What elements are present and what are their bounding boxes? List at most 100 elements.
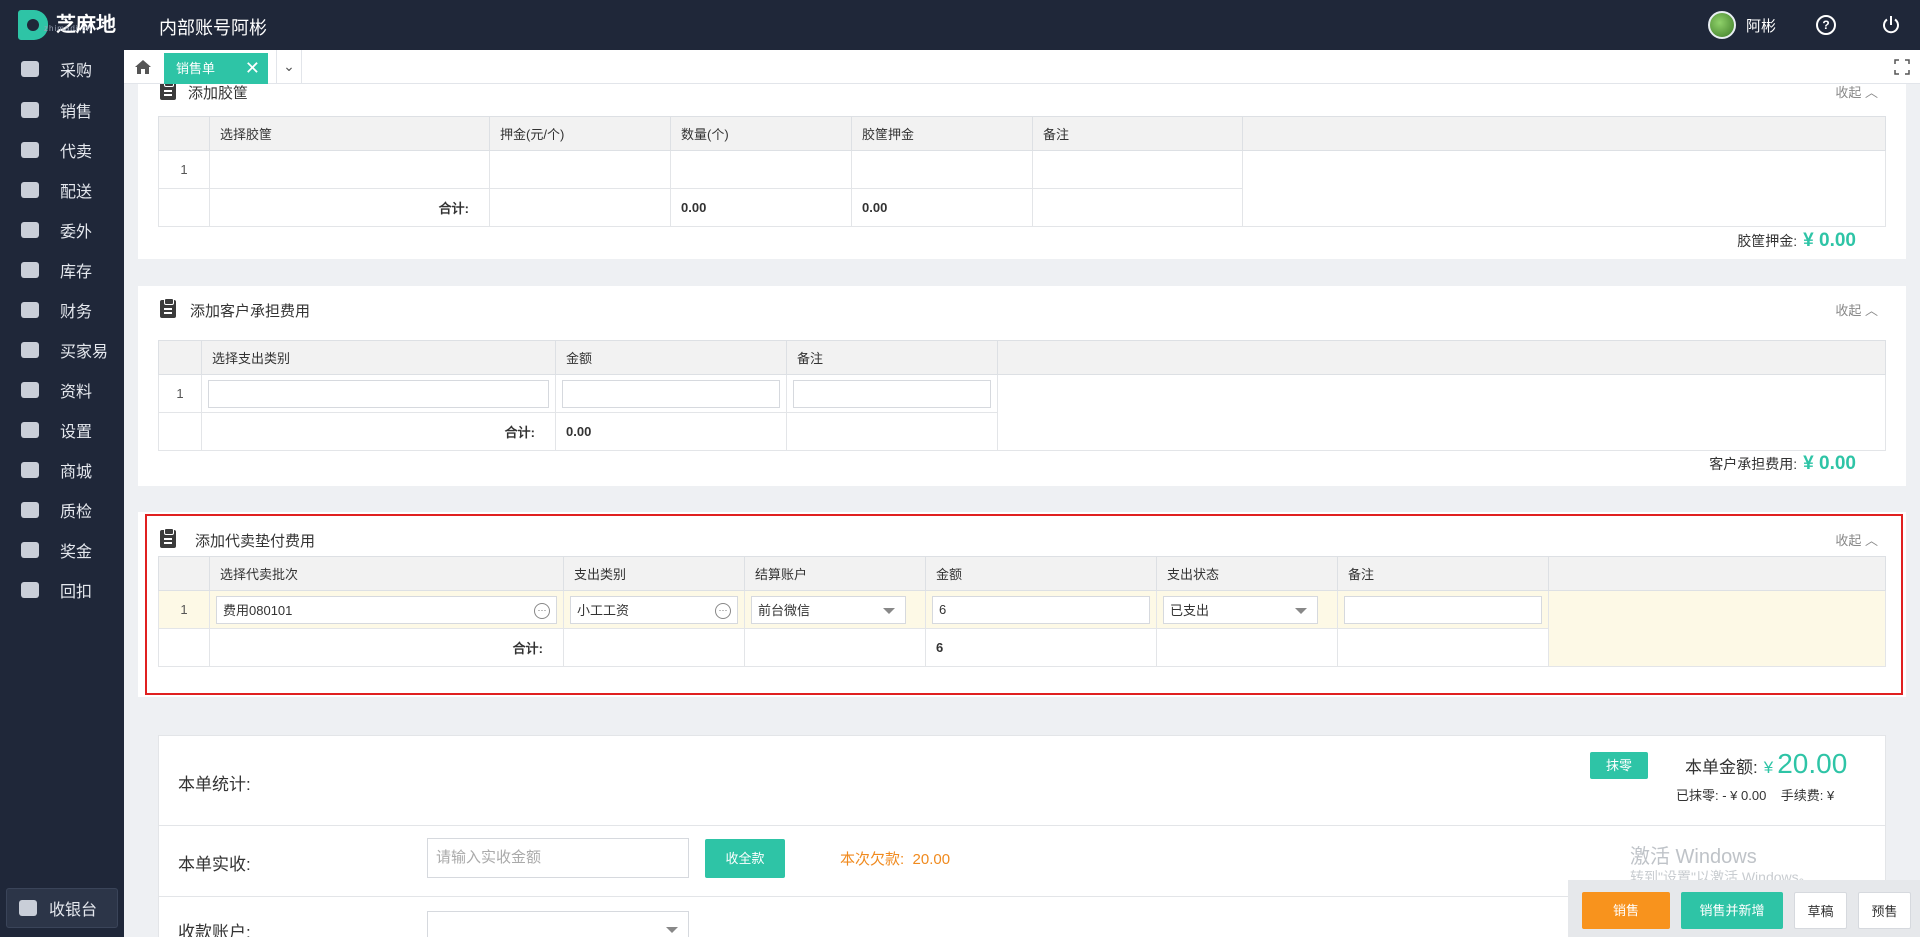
sidebar-item-13[interactable]: 回扣 xyxy=(0,570,124,610)
crate-section-title: 添加胶筐 xyxy=(188,85,249,102)
rebate-icon xyxy=(21,582,39,598)
sidebar-item-2[interactable]: 代卖 xyxy=(0,130,124,170)
customer-fee-table: 选择支出类别 金额 备注 1 合计: 0.00 xyxy=(158,340,1886,451)
tab-sales-order[interactable]: 销售单 ✕ xyxy=(164,53,268,84)
stats-label: 本单统计: xyxy=(178,775,251,794)
sidebar-item-10[interactable]: 商城 xyxy=(0,450,124,490)
sidebar: 收银台 采购销售代卖配送委外库存财务 买家易资料设置商城质检奖金回扣 xyxy=(0,50,124,937)
sell-and-new-button[interactable]: 销售并新增 xyxy=(1681,892,1783,929)
col-header: 数量(个) xyxy=(670,116,852,151)
remark-input[interactable] xyxy=(1344,595,1542,624)
sum-label: 合计: xyxy=(209,188,490,227)
avatar[interactable] xyxy=(1708,11,1736,39)
table-header: 选择支出类别 金额 备注 xyxy=(158,340,1886,375)
sub-amounts: 已抹零: - ¥ 0.00 手续费: ¥ xyxy=(1676,785,1834,804)
sidebar-item-7[interactable]: 买家易 xyxy=(0,330,124,370)
crate-total: 胶筐押金: ¥ 0.00 xyxy=(1737,230,1856,251)
customer-fee-panel: 添加客户承担费用 收起 ︿ 选择支出类别 金额 备注 1 合计: 0.00 客户… xyxy=(138,286,1906,486)
sidebar-item-label: 委外 xyxy=(60,224,93,241)
username[interactable]: 阿彬 xyxy=(1746,15,1776,36)
col-header: 备注 xyxy=(1032,116,1243,151)
sidebar-item-label: 代卖 xyxy=(60,144,93,161)
deposit-cell[interactable] xyxy=(489,150,671,189)
presale-button[interactable]: 预售 xyxy=(1858,892,1911,929)
table-row: 1 xyxy=(158,150,1886,227)
account-select[interactable]: 前台微信 xyxy=(751,595,906,624)
round-off-button[interactable]: 抹零 xyxy=(1590,752,1648,779)
table-row: 1 xyxy=(158,374,1886,451)
cashier-button[interactable]: 收银台 xyxy=(6,888,118,928)
close-icon[interactable]: ✕ xyxy=(245,53,260,84)
chevron-down-icon xyxy=(1295,607,1307,614)
col-header: 支出类别 xyxy=(563,556,745,591)
amount-input[interactable] xyxy=(562,379,780,408)
debt-info: 本次欠款: 20.00 xyxy=(840,851,951,868)
chevron-down-icon xyxy=(883,607,895,614)
action-bar: 销售 销售并新增 草稿 预售 xyxy=(1568,880,1920,937)
qty-cell[interactable] xyxy=(670,150,852,189)
agent-fee-collapse-button[interactable]: 收起 ︿ xyxy=(1835,530,1878,549)
clipboard-icon xyxy=(160,84,176,100)
crate-collapse-button[interactable]: 收起 ︿ xyxy=(1835,84,1878,101)
sum-amount: 0.00 xyxy=(555,412,787,451)
more-icon[interactable]: ··· xyxy=(715,602,731,619)
sidebar-item-4[interactable]: 委外 xyxy=(0,210,124,250)
sidebar-item-9[interactable]: 设置 xyxy=(0,410,124,450)
sidebar-item-0[interactable]: 采购 xyxy=(0,49,124,89)
printer-icon xyxy=(21,382,39,398)
power-icon[interactable] xyxy=(1881,15,1901,35)
table-row: 1 费用080101 ··· 小工工资 ··· 前台微信 6 已支出 xyxy=(158,590,1886,667)
sidebar-item-3[interactable]: 配送 xyxy=(0,170,124,210)
sum-label: 合计: xyxy=(201,412,556,451)
sidebar-item-11[interactable]: 质检 xyxy=(0,490,124,530)
user-menu[interactable]: 阿彬 xyxy=(1708,11,1776,39)
chevron-down-icon[interactable]: ⌄ xyxy=(276,50,302,84)
sidebar-item-8[interactable]: 资料 xyxy=(0,370,124,410)
crate-table: 选择胶筐 押金(元/个) 数量(个) 胶筐押金 备注 1 合计: 0.00 0.… xyxy=(158,116,1886,227)
cashier-icon xyxy=(19,900,37,916)
fee-text: 手续费: ¥ xyxy=(1780,788,1835,803)
sidebar-item-label: 销售 xyxy=(60,104,93,121)
paid-amount-input[interactable]: 请输入实收金额 xyxy=(427,838,689,878)
empty-cell xyxy=(1242,150,1886,227)
sidebar-item-label: 资料 xyxy=(60,384,93,401)
expense-category-input[interactable] xyxy=(208,379,549,408)
sidebar-item-label: 回扣 xyxy=(60,584,93,601)
draft-button[interactable]: 草稿 xyxy=(1794,892,1847,929)
sell-button[interactable]: 销售 xyxy=(1582,892,1670,929)
expense-type-input[interactable]: 小工工资 ··· xyxy=(570,595,738,624)
sidebar-item-1[interactable]: 销售 xyxy=(0,90,124,130)
col-header: 选择代卖批次 xyxy=(209,556,564,591)
remark-input[interactable] xyxy=(793,379,991,408)
collect-all-button[interactable]: 收全款 xyxy=(705,839,785,878)
sum-amount: 6 xyxy=(925,628,1157,667)
sidebar-item-6[interactable]: 财务 xyxy=(0,290,124,330)
crate-select-cell[interactable] xyxy=(209,150,490,189)
sidebar-item-12[interactable]: 奖金 xyxy=(0,530,124,570)
batch-select-input[interactable]: 费用080101 ··· xyxy=(216,595,557,624)
sum-label: 合计: xyxy=(209,628,564,667)
sidebar-item-label: 库存 xyxy=(60,264,93,281)
remark-cell[interactable] xyxy=(1032,150,1243,189)
receive-account-select[interactable] xyxy=(427,911,689,937)
debt-value: 20.00 xyxy=(912,851,951,868)
agent-fee-panel: 添加代卖垫付费用 收起 ︿ 选择代卖批次 支出类别 结算账户 金额 支出状态 备… xyxy=(138,512,1906,697)
col-header: 选择支出类别 xyxy=(201,340,556,375)
paid-label: 本单实收: xyxy=(178,855,251,874)
customer-fee-total: 客户承担费用: ¥ 0.00 xyxy=(1709,453,1856,474)
col-header: 金额 xyxy=(555,340,787,375)
sidebar-item-5[interactable]: 库存 xyxy=(0,250,124,290)
help-icon[interactable]: ? xyxy=(1816,15,1836,35)
more-icon[interactable]: ··· xyxy=(534,602,550,619)
agent-fee-title: 添加代卖垫付费用 xyxy=(195,533,316,550)
fullscreen-icon[interactable] xyxy=(1894,59,1910,75)
status-select[interactable]: 已支出 xyxy=(1163,595,1318,624)
sidebar-item-label: 设置 xyxy=(60,424,93,441)
home-icon[interactable] xyxy=(134,58,152,76)
sidebar-item-label: 质检 xyxy=(60,504,93,521)
amount-input[interactable]: 6 xyxy=(932,595,1150,624)
chevron-down-icon xyxy=(666,927,678,933)
basket-icon xyxy=(21,61,39,77)
sum-qty: 0.00 xyxy=(670,188,852,227)
customer-fee-collapse-button[interactable]: 收起 ︿ xyxy=(1835,300,1878,319)
